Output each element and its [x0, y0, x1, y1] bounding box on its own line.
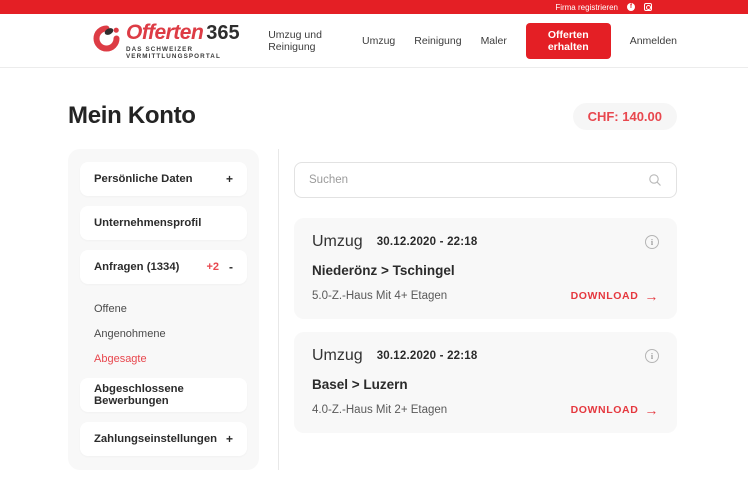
nav-umzug-und-reinigung[interactable]: Umzug und Reinigung — [268, 29, 343, 53]
plus-icon[interactable]: + — [226, 432, 233, 446]
offerten-erhalten-button[interactable]: Offerten erhalten — [525, 22, 611, 59]
minus-icon[interactable]: - — [229, 260, 233, 274]
request-datetime: 30.12.2020 - 22:18 — [376, 236, 478, 248]
request-route: Basel > Luzern — [312, 377, 408, 392]
logo-suffix: 365 — [206, 22, 240, 44]
topbar: Firma registrieren f — [0, 0, 748, 14]
sidebar-item-abgeschlossene-bewerbungen[interactable]: Abgeschlossene Bewerbungen — [80, 378, 247, 412]
info-icon[interactable]: i — [645, 235, 659, 249]
balance-badge: CHF: 140.00 — [572, 102, 677, 130]
request-card: Umzug 30.12.2020 - 22:18 i Niederönz > T… — [294, 218, 677, 319]
submenu-item-angenohmene[interactable]: Angenohmene — [94, 328, 245, 340]
sidebar-item-unternehmensprofil[interactable]: Unternehmensprofil — [80, 206, 247, 240]
facebook-icon[interactable]: f — [627, 3, 635, 11]
register-company-link[interactable]: Firma registrieren — [555, 3, 618, 12]
account-page: Mein Konto CHF: 140.00 Persönliche Daten… — [0, 68, 748, 470]
search-icon[interactable] — [648, 173, 662, 187]
arrow-right-icon: → — [644, 288, 659, 304]
logo-tagline: DAS SCHWEIZER VERMITTLUNGSPORTAL — [126, 46, 221, 60]
request-details: 4.0-Z.-Haus Mit 2+ Etagen — [312, 404, 448, 416]
request-route: Niederönz > Tschingel — [312, 263, 455, 278]
sidebar-item-anfragen[interactable]: Anfragen (1334) +2 - — [80, 250, 247, 284]
sidebar-item-zahlungseinstellungen[interactable]: Zahlungseinstellungen + — [80, 422, 247, 456]
anmelden-link[interactable]: Anmelden — [630, 35, 677, 47]
request-card: Umzug 30.12.2020 - 22:18 i Basel > Luzer… — [294, 332, 677, 433]
vertical-divider — [278, 149, 279, 470]
arrow-right-icon: → — [644, 402, 659, 418]
download-link[interactable]: DOWNLOAD → — [571, 289, 659, 303]
account-sidebar: Persönliche Daten + Unternehmensprofil A… — [68, 149, 259, 470]
sidebar-item-persoenliche-daten[interactable]: Persönliche Daten + — [80, 162, 247, 196]
logo-icon — [93, 25, 120, 57]
submenu-item-offene[interactable]: Offene — [94, 303, 245, 315]
submenu-item-abgesagte[interactable]: Abgesagte — [94, 353, 245, 365]
request-details: 5.0-Z.-Haus Mit 4+ Etagen — [312, 290, 448, 302]
download-link[interactable]: DOWNLOAD → — [571, 403, 659, 417]
request-datetime: 30.12.2020 - 22:18 — [376, 350, 478, 362]
search-input[interactable] — [309, 174, 648, 186]
anfragen-submenu: Offene Angenohmene Abgesagte — [80, 294, 247, 378]
logo-brand: Offerten — [126, 21, 204, 44]
plus-icon[interactable]: + — [226, 172, 233, 186]
search-box — [294, 162, 677, 198]
requests-panel: Umzug 30.12.2020 - 22:18 i Niederönz > T… — [294, 149, 677, 470]
request-type: Umzug — [312, 347, 363, 364]
main-nav: Umzug und Reinigung Umzug Reinigung Male… — [268, 22, 677, 59]
new-requests-badge: +2 — [206, 261, 219, 273]
page-title: Mein Konto — [68, 102, 196, 129]
logo[interactable]: Offerten 365 DAS SCHWEIZER VERMITTLUNGSP… — [93, 21, 268, 60]
nav-umzug[interactable]: Umzug — [362, 35, 395, 47]
nav-maler[interactable]: Maler — [481, 35, 507, 47]
header: Offerten 365 DAS SCHWEIZER VERMITTLUNGSP… — [0, 14, 748, 68]
info-icon[interactable]: i — [645, 349, 659, 363]
nav-reinigung[interactable]: Reinigung — [414, 35, 461, 47]
request-type: Umzug — [312, 233, 363, 250]
instagram-icon[interactable] — [644, 3, 652, 11]
